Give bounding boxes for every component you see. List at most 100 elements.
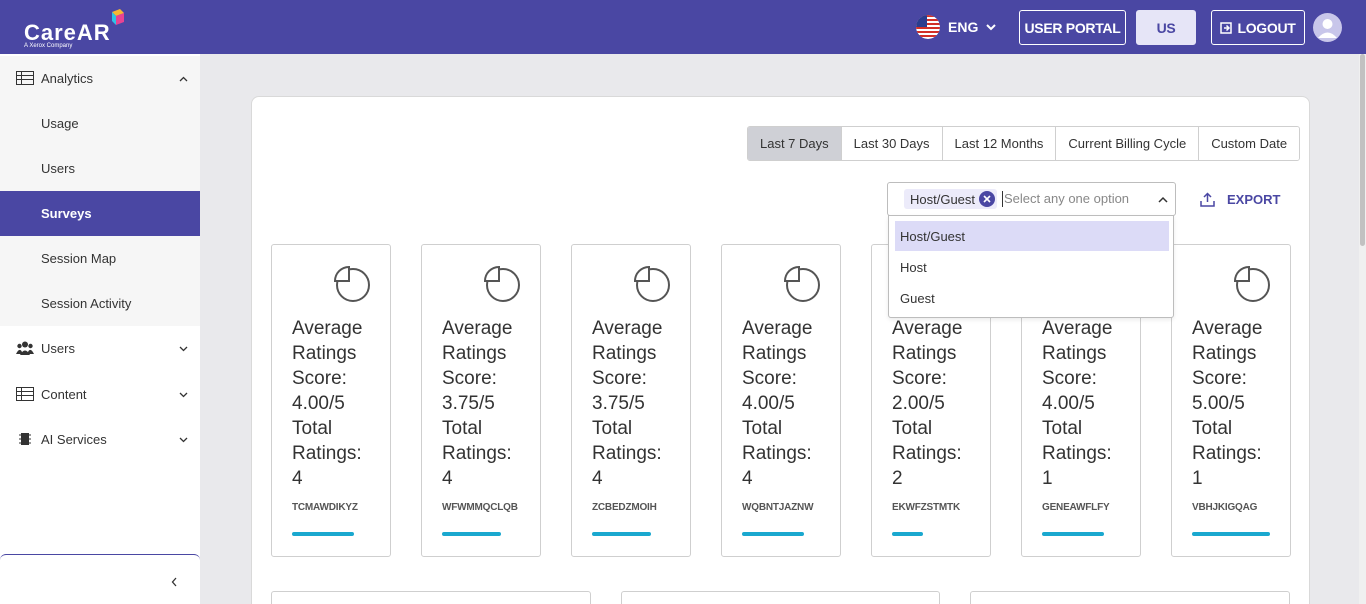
brand-tagline: A Xerox Company xyxy=(24,43,73,49)
sidebar-item-content[interactable]: Content xyxy=(0,372,200,417)
logout-label: LOGOUT xyxy=(1237,19,1296,36)
sidebar-item-session-map[interactable]: Session Map xyxy=(0,236,200,281)
sidebar-item-label: Users xyxy=(41,341,75,356)
score-bar-fill xyxy=(892,532,923,536)
sidebar-item-label: Session Activity xyxy=(41,296,132,311)
date-option-last-12-months[interactable]: Last 12 Months xyxy=(942,127,1057,160)
users-icon xyxy=(16,341,34,355)
sidebar-item-session-activity[interactable]: Session Activity xyxy=(0,281,200,326)
score-bar xyxy=(1192,532,1270,536)
sidebar-item-label: Session Map xyxy=(41,251,117,266)
date-option-last-7-days[interactable]: Last 7 Days xyxy=(748,127,842,160)
pie-chart-icon xyxy=(784,265,820,302)
page-scrollbar[interactable] xyxy=(1359,54,1366,604)
score-bar xyxy=(1042,532,1120,536)
chevron-up-icon[interactable] xyxy=(1158,196,1168,203)
total-ratings-label: Total Ratings: xyxy=(742,418,812,464)
sidebar-item-label: AI Services xyxy=(41,432,107,447)
card-metrics: Average Ratings Score: 4.00/5 Total Rating… xyxy=(292,316,388,491)
clear-chip-icon[interactable] xyxy=(979,191,996,207)
sidebar: Analytics Usage Users Surveys Session Ma… xyxy=(0,54,200,604)
option-guest[interactable]: Guest xyxy=(895,283,1169,313)
pie-chart-icon xyxy=(634,265,670,302)
avg-score-label: Average Ratings Score: xyxy=(592,318,663,389)
chevron-left-icon[interactable] xyxy=(171,577,178,587)
total-ratings-label: Total Ratings: xyxy=(592,418,662,464)
sidebar-footer xyxy=(0,554,200,604)
card-metrics: Average Ratings Score: 3.75/5 Total Rating… xyxy=(592,316,688,491)
survey-card[interactable]: Average Ratings Score: 3.75/5 Total Rating… xyxy=(571,244,691,557)
role-dropdown-menu: Host/Guest Host Guest xyxy=(888,215,1174,318)
score-bar xyxy=(592,532,670,536)
sidebar-item-users[interactable]: Users xyxy=(0,326,200,371)
option-host[interactable]: Host xyxy=(895,252,1169,282)
survey-card[interactable]: Average Ratings Score: 5.00/5 Total Rating… xyxy=(1171,244,1291,557)
score-bar-fill xyxy=(1192,532,1270,536)
total-ratings-label: Total Ratings: xyxy=(1042,418,1112,464)
region-button[interactable]: US xyxy=(1136,10,1196,45)
us-flag-icon xyxy=(916,15,940,39)
table-icon xyxy=(16,71,34,85)
sidebar-item-ai-services[interactable]: AI Services xyxy=(0,417,200,462)
text-cursor xyxy=(1002,191,1003,207)
score-bar xyxy=(442,532,520,536)
option-host-guest[interactable]: Host/Guest xyxy=(895,221,1169,251)
export-button[interactable]: EXPORT xyxy=(1200,190,1280,208)
scrollbar-thumb[interactable] xyxy=(1360,54,1365,246)
chevron-down-icon xyxy=(179,437,188,443)
language-selector[interactable]: ENG xyxy=(916,14,997,40)
score-bar-fill xyxy=(292,532,354,536)
date-option-last-30-days[interactable]: Last 30 Days xyxy=(841,127,943,160)
date-option-billing-cycle[interactable]: Current Billing Cycle xyxy=(1056,127,1200,160)
user-portal-button[interactable]: USER PORTAL xyxy=(1019,10,1126,45)
total-ratings-value: 1 xyxy=(1042,468,1053,489)
sidebar-item-users-analytics[interactable]: Users xyxy=(0,146,200,191)
avg-score-label: Average Ratings Score: xyxy=(292,318,363,389)
total-ratings-value: 2 xyxy=(892,468,903,489)
sidebar-item-usage[interactable]: Usage xyxy=(0,101,200,146)
avg-score-label: Average Ratings Score: xyxy=(1192,318,1263,389)
language-label: ENG xyxy=(948,19,979,35)
card-metrics: Average Ratings Score: 5.00/5 Total Rating… xyxy=(1192,316,1288,491)
total-ratings-value: 4 xyxy=(292,468,303,489)
total-ratings-value: 1 xyxy=(1192,468,1203,489)
total-ratings-label: Total Ratings: xyxy=(292,418,362,464)
score-bar xyxy=(292,532,370,536)
survey-code: TCMAWDIKYZ xyxy=(292,502,358,513)
carear-logo[interactable]: CareAR A Xerox Company xyxy=(24,8,134,49)
total-ratings-value: 4 xyxy=(592,468,603,489)
avg-score-value: 4.00/5 xyxy=(1042,393,1095,414)
survey-card[interactable]: Average Ratings Score: 4.00/5 Total Rating… xyxy=(721,244,841,557)
avg-score-value: 5.00/5 xyxy=(1192,393,1245,414)
survey-code: VBHJKIGQAG xyxy=(1192,502,1258,513)
avg-score-value: 3.75/5 xyxy=(442,393,495,414)
date-option-custom-date[interactable]: Custom Date xyxy=(1199,127,1300,160)
score-bar-fill xyxy=(442,532,501,536)
sidebar-item-surveys[interactable]: Surveys xyxy=(0,191,200,236)
chevron-down-icon xyxy=(986,23,997,30)
total-ratings-label: Total Ratings: xyxy=(442,418,512,464)
user-avatar[interactable] xyxy=(1313,13,1342,42)
survey-code: ZCBEDZMOIH xyxy=(592,502,657,513)
avg-score-label: Average Ratings Score: xyxy=(742,318,813,389)
sidebar-item-label: Analytics xyxy=(41,71,94,86)
sidebar-item-label: Usage xyxy=(41,116,79,131)
survey-card[interactable]: Average Ratings Score: 4.00/5 Total Rating… xyxy=(271,244,391,557)
logout-button[interactable]: LOGOUT xyxy=(1211,10,1305,45)
sidebar-item-label: Surveys xyxy=(41,206,92,221)
total-ratings-label: Total Ratings: xyxy=(892,418,962,464)
chevron-down-icon xyxy=(179,392,188,398)
pie-chart-icon xyxy=(334,265,370,302)
survey-card[interactable]: Average Ratings Score: 3.75/5 Total Rating… xyxy=(421,244,541,557)
role-select[interactable]: Host/Guest Select any one option xyxy=(887,182,1176,216)
upload-icon xyxy=(1200,191,1215,207)
avg-score-label: Average Ratings Score: xyxy=(1042,318,1113,389)
export-label: EXPORT xyxy=(1227,191,1281,207)
sidebar-item-analytics[interactable]: Analytics xyxy=(0,56,200,101)
logout-icon xyxy=(1220,21,1233,34)
sidebar-item-label: Content xyxy=(41,387,87,402)
select-placeholder: Select any one option xyxy=(1004,191,1130,206)
total-ratings-value: 4 xyxy=(742,468,753,489)
bottom-card xyxy=(271,591,591,604)
selected-chip: Host/Guest xyxy=(904,189,998,209)
